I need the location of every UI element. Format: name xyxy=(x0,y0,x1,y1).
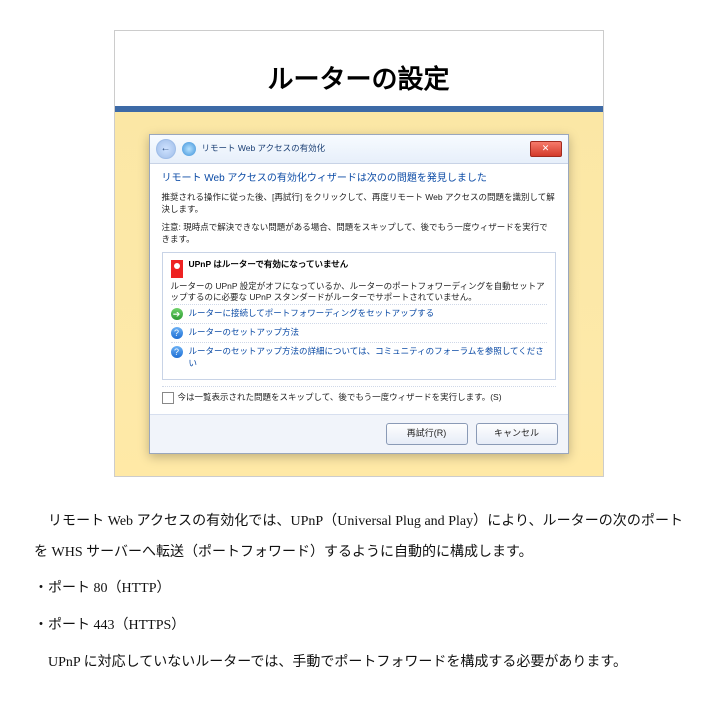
skip-label: 今は一覧表示された問題をスキップして、後でもう一度ウィザードを実行します。(S) xyxy=(178,392,502,404)
link-3: ルーターのセットアップ方法の詳細については、コミュニティのフォーラムを参照してく… xyxy=(189,346,547,370)
link-row-3[interactable]: ? ルーターのセットアップ方法の詳細については、コミュニティのフォーラムを参照し… xyxy=(171,342,547,373)
dialog-body-1: 推奨される操作に従った後、[再試行] をクリックして、再度リモート Web アク… xyxy=(162,192,556,216)
titlebar: ← リモート Web アクセスの有効化 ✕ xyxy=(150,135,568,164)
dialog-body-2: 注意: 現時点で解決できない問題がある場合、問題をスキップして、後でもう一度ウィ… xyxy=(162,222,556,246)
doc-paragraph-2: UPnP に対応していないルーターでは、手動でポートフォワードを構成する必要があ… xyxy=(34,648,683,679)
issue-title: UPnP はルーターで有効になっていません xyxy=(189,259,349,271)
help-icon: ? xyxy=(171,346,183,358)
retry-button[interactable]: 再試行(R) xyxy=(386,423,468,445)
dialog-heading: リモート Web アクセスの有効化ウィザードは次のの問題を発見しました xyxy=(162,172,556,186)
arrow-icon: ➔ xyxy=(171,308,183,320)
globe-icon xyxy=(182,142,196,156)
back-icon[interactable]: ← xyxy=(156,139,176,159)
error-icon xyxy=(171,260,183,278)
issue-body: ルーターの UPnP 設定がオフになっているか、ルーターのポートフォワーディング… xyxy=(171,281,547,305)
link-2: ルーターのセットアップ方法 xyxy=(189,327,300,339)
doc-paragraph-1: リモート Web アクセスの有効化では、UPnP（Universal Plug … xyxy=(34,507,683,569)
cancel-button[interactable]: キャンセル xyxy=(476,423,558,445)
dialog-content: リモート Web アクセスの有効化ウィザードは次のの問題を発見しました 推奨され… xyxy=(150,164,568,414)
wizard-dialog: ← リモート Web アクセスの有効化 ✕ リモート Web アクセスの有効化ウ… xyxy=(149,134,569,454)
skip-checkbox[interactable] xyxy=(162,392,174,404)
slide-title: ルーターの設定 xyxy=(115,31,603,106)
doc-bullet-1: ・ポート 80（HTTP） xyxy=(34,574,683,605)
skip-row: 今は一覧表示された問題をスキップして、後でもう一度ウィザードを実行します。(S) xyxy=(162,386,556,404)
issue-box: UPnP はルーターで有効になっていません ルーターの UPnP 設定がオフにな… xyxy=(162,252,556,381)
document-text: リモート Web アクセスの有効化では、UPnP（Universal Plug … xyxy=(0,477,717,705)
doc-bullet-2: ・ポート 443（HTTPS） xyxy=(34,611,683,642)
link-row-1[interactable]: ➔ ルーターに接続してポートフォワーディングをセットアップする xyxy=(171,304,547,323)
link-row-2[interactable]: ? ルーターのセットアップ方法 xyxy=(171,323,547,342)
window-title: リモート Web アクセスの有効化 xyxy=(202,143,524,155)
button-bar: 再試行(R) キャンセル xyxy=(150,414,568,453)
help-icon: ? xyxy=(171,327,183,339)
close-icon[interactable]: ✕ xyxy=(530,141,562,157)
slide-body: ← リモート Web アクセスの有効化 ✕ リモート Web アクセスの有効化ウ… xyxy=(115,106,603,476)
slide-container: ルーターの設定 ← リモート Web アクセスの有効化 ✕ リモート Web ア… xyxy=(114,30,604,477)
link-1: ルーターに接続してポートフォワーディングをセットアップする xyxy=(189,308,435,320)
